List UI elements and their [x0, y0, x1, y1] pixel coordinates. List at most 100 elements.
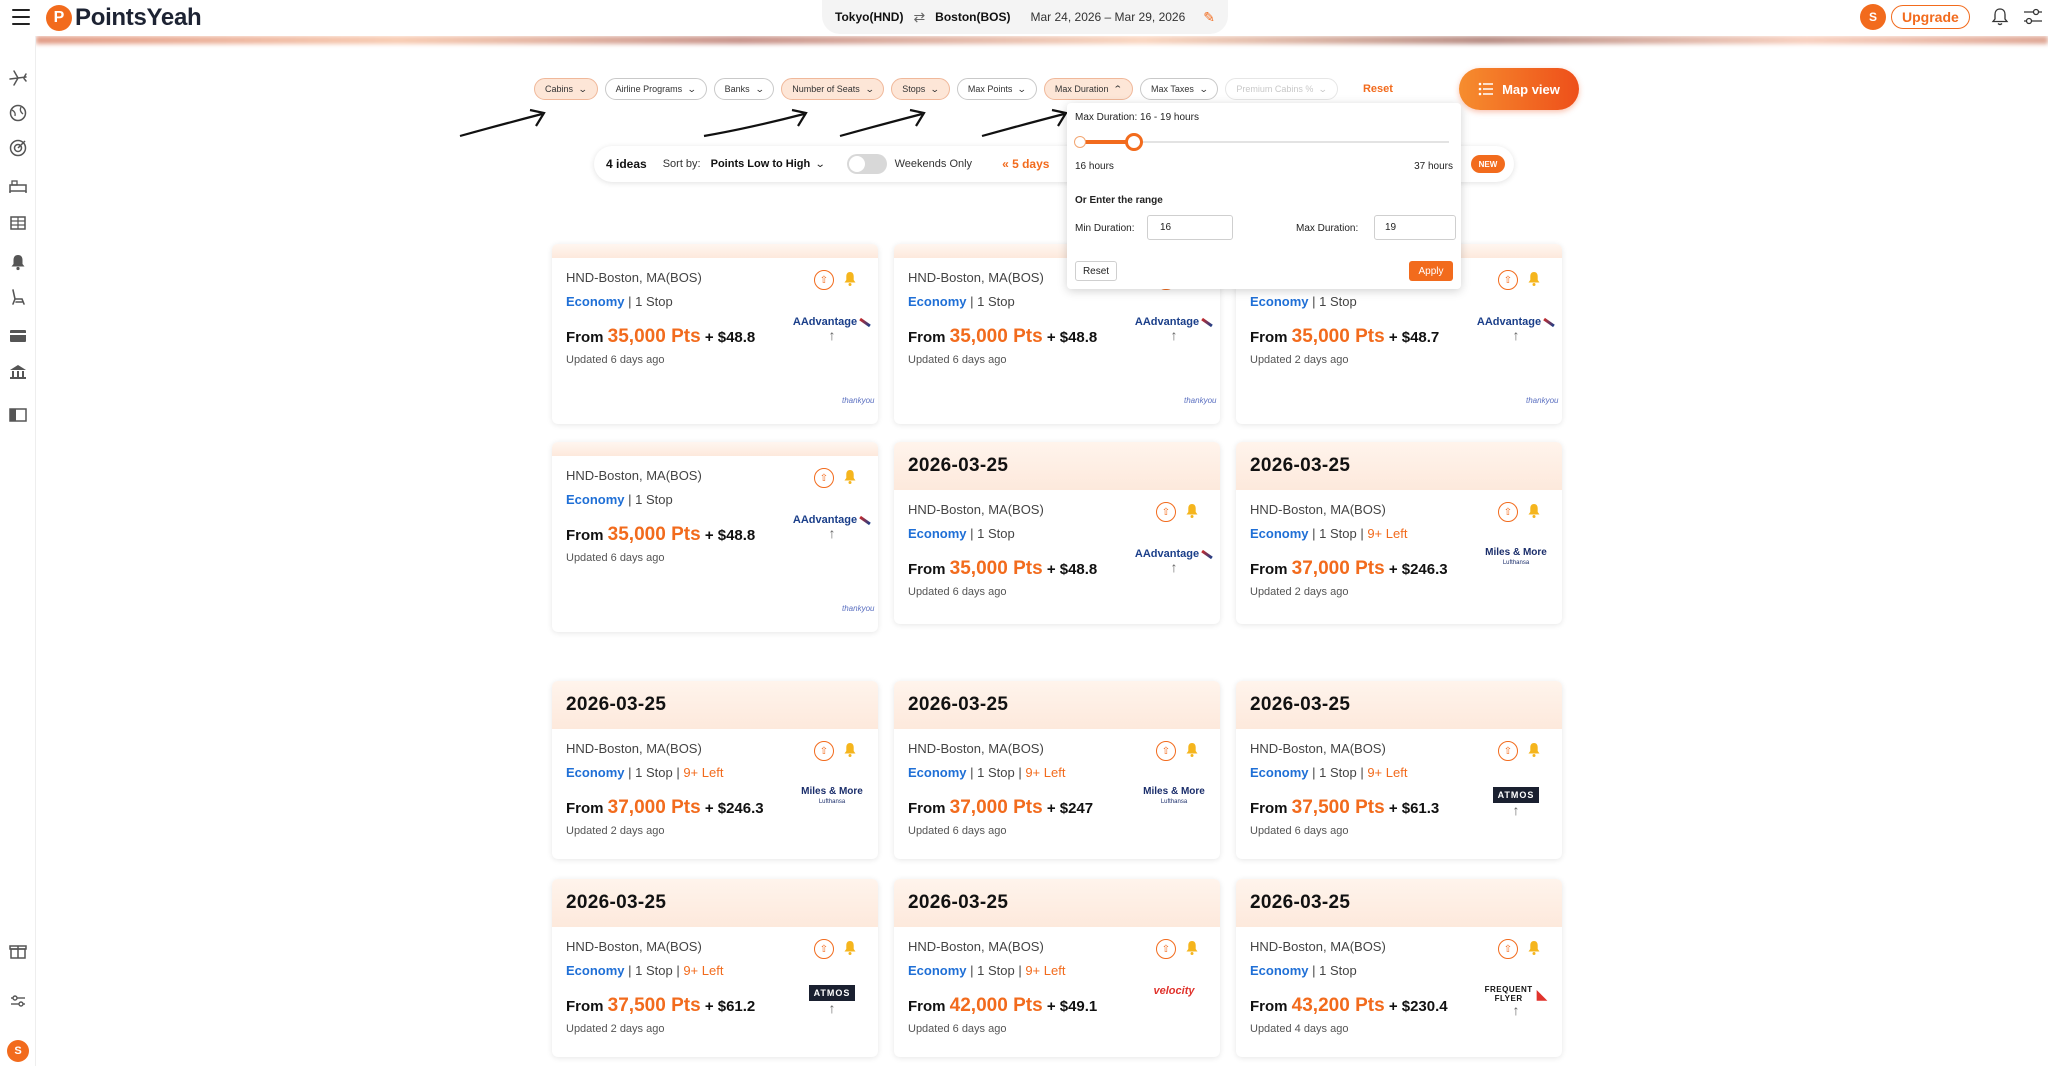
plane-icon[interactable] — [8, 68, 28, 88]
share-icon[interactable]: ⇧ — [1156, 939, 1176, 959]
share-icon[interactable]: ⇧ — [814, 468, 834, 488]
alert-bell-icon[interactable] — [843, 271, 857, 287]
target-icon[interactable] — [8, 138, 28, 158]
min-duration-input[interactable] — [1147, 215, 1233, 240]
price-line: From 35,000 Pts + $48.8 — [566, 524, 755, 546]
weekends-toggle[interactable] — [846, 154, 887, 174]
seat-icon[interactable] — [8, 287, 28, 307]
alert-bell-icon[interactable] — [843, 742, 857, 758]
filter-max-taxes[interactable]: Max Taxes ⌄ — [1140, 78, 1219, 100]
gift-icon[interactable] — [8, 941, 28, 961]
cabin-class: Economy — [566, 963, 625, 978]
seats-left: 9+ Left — [683, 963, 724, 978]
deal-card[interactable]: HND-Boston, MA(BOS) Economy | 1 Stop From … — [552, 442, 878, 632]
points-price: 35,000 Pts — [607, 524, 701, 545]
cabin-line: Economy | 1 Stop | 9+ Left — [908, 765, 1066, 780]
deal-card[interactable]: 2026-03-25 HND-Boston, MA(BOS) Economy | 1… — [552, 879, 878, 1057]
share-icon[interactable]: ⇧ — [814, 270, 834, 290]
alert-bell-icon[interactable] — [1527, 503, 1541, 519]
card-route: HND-Boston, MA(BOS) — [1250, 741, 1386, 756]
filter-settings-icon[interactable] — [2022, 7, 2044, 27]
sort-dropdown[interactable]: Points Low to High — [711, 158, 811, 170]
taxes: + $48.8 — [704, 329, 756, 346]
hotel-bed-icon[interactable] — [8, 176, 28, 196]
cabin-line: Economy | 1 Stop — [1250, 963, 1357, 978]
globe-icon[interactable] — [8, 103, 28, 123]
alert-bell-icon[interactable] — [843, 469, 857, 485]
guide-book-icon[interactable] — [8, 405, 28, 425]
notifications-bell-icon[interactable] — [1990, 7, 2010, 27]
program-logo-text: FREQUENT FLYER — [1484, 985, 1533, 1003]
points-price: 35,000 Pts — [949, 326, 1043, 347]
share-icon[interactable]: ⇧ — [1498, 939, 1518, 959]
share-icon[interactable]: ⇧ — [814, 741, 834, 761]
days-selector[interactable]: « 5 days — [1002, 157, 1049, 171]
building-icon[interactable] — [8, 212, 28, 232]
share-icon[interactable]: ⇧ — [1156, 502, 1176, 522]
map-view-label: Map view — [1502, 81, 1560, 97]
deal-card[interactable]: 2026-03-25 HND-Boston, MA(BOS) Economy | 1… — [552, 681, 878, 859]
settings-sliders-icon[interactable] — [8, 991, 28, 1011]
card-date: 2026-03-25 — [552, 879, 878, 927]
rail-user-avatar[interactable]: S — [7, 1040, 29, 1062]
credit-card-icon[interactable] — [8, 326, 28, 346]
bank-icon[interactable] — [8, 362, 28, 382]
filter-number-of-seats[interactable]: Number of Seats ⌄ — [781, 78, 885, 100]
duration-apply-button[interactable]: Apply — [1409, 261, 1453, 281]
share-icon[interactable]: ⇧ — [814, 939, 834, 959]
deal-card[interactable]: 2026-03-25 HND-Boston, MA(BOS) Economy | 1… — [1236, 681, 1562, 859]
chevron-down-icon: ⌄ — [864, 83, 875, 94]
cabin-line: Economy | 1 Stop | 9+ Left — [566, 765, 724, 780]
alert-bell-icon[interactable] — [1185, 742, 1199, 758]
filter-cabins[interactable]: Cabins ⌄ — [534, 78, 598, 100]
filter-stops[interactable]: Stops ⌄ — [891, 78, 950, 100]
updated-time: Updated 4 days ago — [1250, 1023, 1349, 1035]
filter-max-duration[interactable]: Max Duration ⌃ — [1043, 78, 1133, 100]
share-icon[interactable]: ⇧ — [1498, 741, 1518, 761]
duration-reset-button[interactable]: Reset — [1075, 261, 1117, 281]
route-summary[interactable]: Tokyo(HND) ⇄ Boston(BOS) Mar 24, 2026 – … — [822, 0, 1228, 34]
duration-slider-max-handle[interactable] — [1125, 133, 1143, 151]
share-icon[interactable]: ⇧ — [1498, 270, 1518, 290]
upgrade-button[interactable]: Upgrade — [1891, 5, 1970, 29]
alert-bell-icon[interactable] — [843, 940, 857, 956]
map-view-button[interactable]: Map view — [1459, 68, 1579, 110]
brand-logo[interactable]: P PointsYeah — [46, 4, 202, 32]
reset-filters-link[interactable]: Reset — [1363, 83, 1393, 95]
deal-card[interactable]: 2026-03-25 HND-Boston, MA(BOS) Economy | 1… — [894, 879, 1220, 1057]
deal-card[interactable]: 2026-03-25 HND-Boston, MA(BOS) Economy | 1… — [894, 681, 1220, 859]
seats-left: 9+ Left — [683, 765, 724, 780]
alert-bell-icon[interactable] — [1527, 742, 1541, 758]
card-body: HND-Boston, MA(BOS) Economy | 1 Stop From … — [552, 456, 878, 632]
updated-time: Updated 6 days ago — [566, 552, 665, 564]
filter-airline-programs[interactable]: Airline Programs ⌄ — [604, 78, 707, 100]
swap-icon[interactable]: ⇄ — [913, 9, 925, 26]
chip-label: Cabins — [545, 84, 574, 94]
alert-bell-icon[interactable] — [8, 252, 28, 272]
filter-max-points[interactable]: Max Points ⌄ — [956, 78, 1037, 100]
filter-banks[interactable]: Banks ⌄ — [713, 78, 775, 100]
deal-card[interactable]: 2026-03-25 HND-Boston, MA(BOS) Economy | 1… — [1236, 442, 1562, 624]
alert-bell-icon[interactable] — [1527, 940, 1541, 956]
deal-card[interactable]: HND-Boston, MA(BOS) Economy | 1 Stop From … — [552, 244, 878, 424]
alert-bell-icon[interactable] — [1527, 271, 1541, 287]
chevron-down-icon[interactable]: ⌄ — [815, 159, 826, 170]
chevron-down-icon: ⌄ — [930, 83, 940, 94]
share-icon[interactable]: ⇧ — [1156, 741, 1176, 761]
card-date: 2026-03-25 — [1236, 879, 1562, 927]
user-avatar[interactable]: S — [1860, 4, 1886, 30]
price-from: From — [908, 561, 946, 578]
taxes: + $246.3 — [1388, 561, 1448, 578]
alert-bell-icon[interactable] — [1185, 503, 1199, 519]
edit-pencil-icon[interactable]: ✎ — [1203, 9, 1215, 26]
max-duration-input[interactable] — [1374, 215, 1456, 240]
menu-icon[interactable] — [12, 9, 30, 25]
taxes: + $48.8 — [1046, 329, 1098, 346]
duration-slider-min-handle[interactable] — [1074, 136, 1086, 148]
card-body: HND-Boston, MA(BOS) Economy | 1 Stop | 9+… — [894, 927, 1220, 1057]
cabin-line: Economy | 1 Stop — [1250, 294, 1357, 309]
deal-card[interactable]: 2026-03-25 HND-Boston, MA(BOS) Economy | 1… — [894, 442, 1220, 624]
alert-bell-icon[interactable] — [1185, 940, 1199, 956]
deal-card[interactable]: 2026-03-25 HND-Boston, MA(BOS) Economy | 1… — [1236, 879, 1562, 1057]
share-icon[interactable]: ⇧ — [1498, 502, 1518, 522]
